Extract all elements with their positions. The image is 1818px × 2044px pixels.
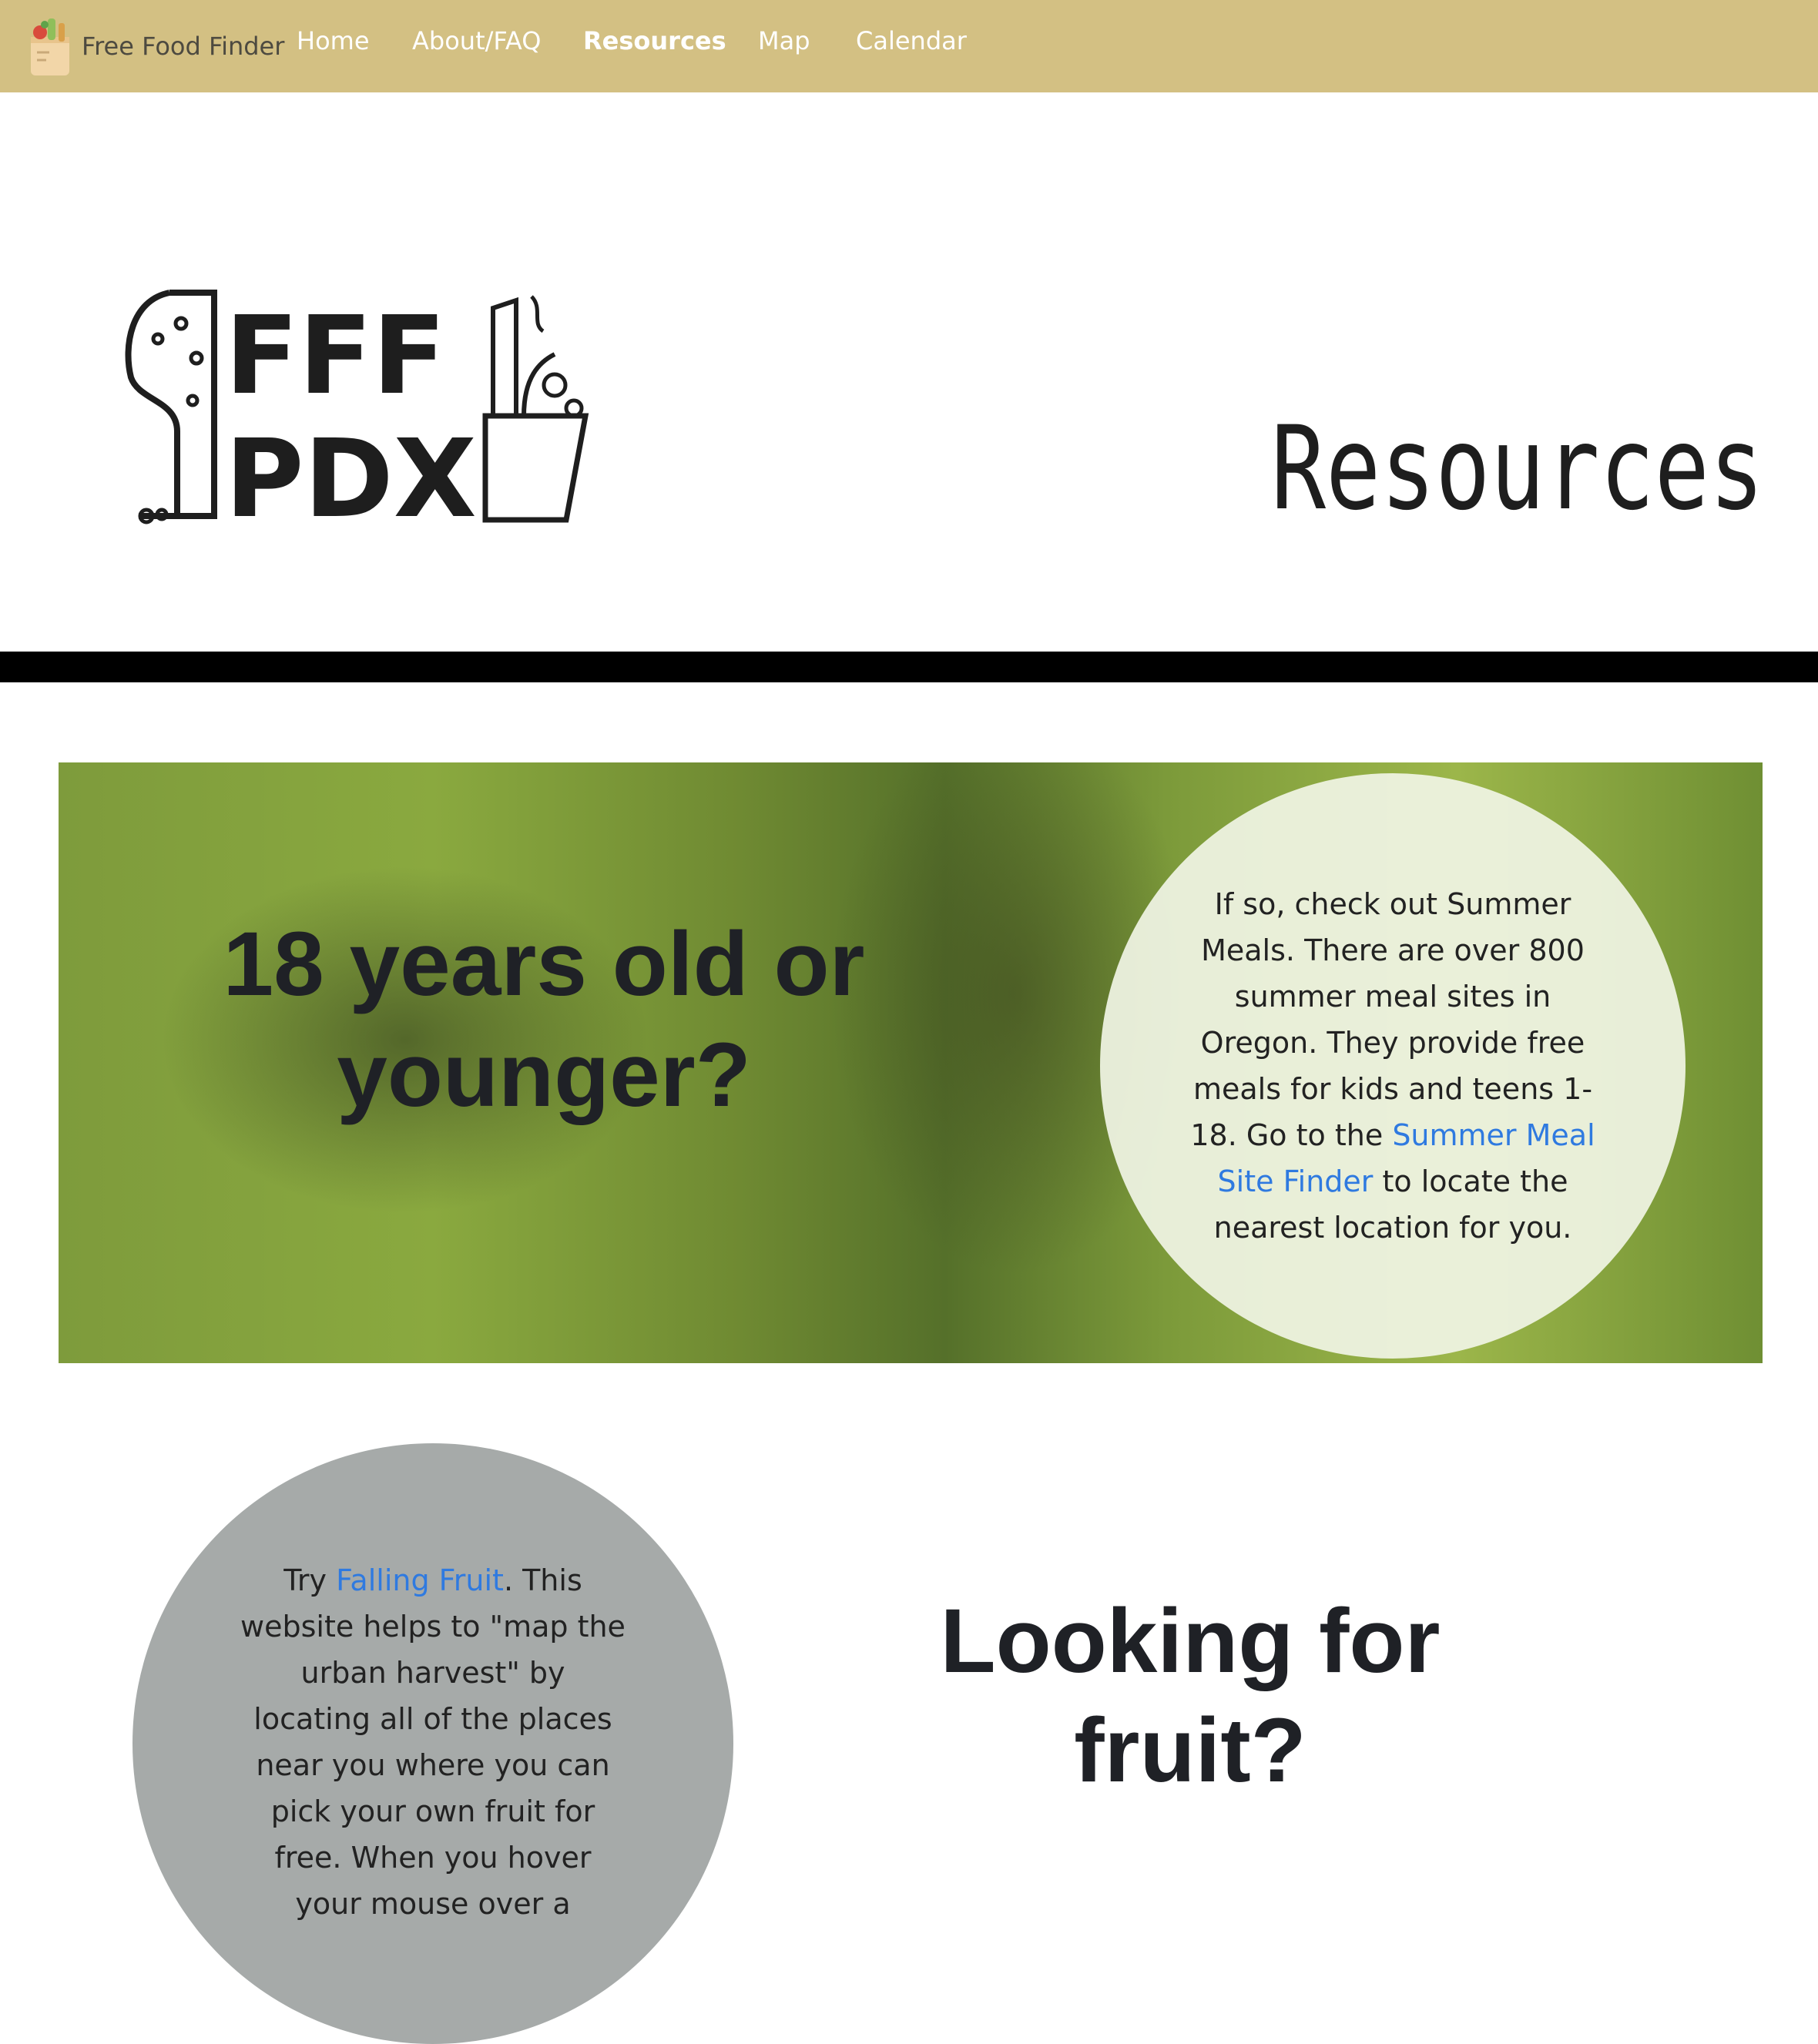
section-divider <box>0 652 1818 682</box>
falling-fruit-text: Try Falling Fruit. This website helps to… <box>240 1557 626 1927</box>
falling-fruit-link[interactable]: Falling Fruit <box>336 1563 504 1597</box>
nav-calendar[interactable]: Calendar <box>856 0 967 82</box>
brand[interactable]: Free Food Finder <box>26 8 284 85</box>
logo-line-2: PDX <box>225 417 477 539</box>
kids-question-heading: 18 years old or younger? <box>223 913 865 1126</box>
navbar: Free Food Finder Home About/FAQ Resource… <box>0 0 1818 92</box>
logo-line-1: FFF <box>225 293 446 419</box>
fruit-question-heading: Looking for fruit? <box>940 1590 1441 1801</box>
grocery-bag-icon <box>31 18 69 75</box>
nav-about-faq[interactable]: About/FAQ <box>412 0 541 82</box>
page-title: Resources <box>1271 402 1764 524</box>
summer-meals-text-before: If so, check out Summer Meals. There are… <box>1190 887 1593 1152</box>
falling-fruit-text-before: Try <box>283 1563 337 1597</box>
fff-pdx-logo: FFF PDX <box>125 290 589 539</box>
summer-meals-text: If so, check out Summer Meals. There are… <box>1185 881 1601 1251</box>
page-title-graphic: Resources <box>1271 402 1764 524</box>
wheat-banner: 18 years old or younger? If so, check ou… <box>59 762 1763 1363</box>
brand-name: Free Food Finder <box>82 32 285 61</box>
nav-map[interactable]: Map <box>758 0 810 82</box>
falling-fruit-circle: Try Falling Fruit. This website helps to… <box>132 1443 733 2044</box>
nav-home[interactable]: Home <box>297 0 370 82</box>
falling-fruit-text-after: . This website helps to "map the urban h… <box>240 1563 626 1921</box>
summer-meals-circle: If so, check out Summer Meals. There are… <box>1100 773 1686 1359</box>
nav-resources[interactable]: Resources <box>583 0 726 82</box>
